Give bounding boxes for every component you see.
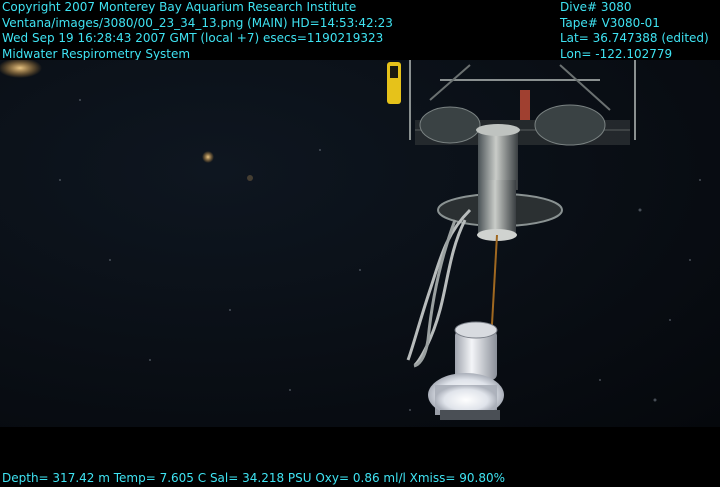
- floating-particle: [202, 151, 214, 163]
- dive-number-line: Dive# 3080: [560, 0, 632, 14]
- video-overlay-left: Copyright 2007 Monterey Bay Aquarium Res…: [2, 0, 393, 62]
- timestamp-line: Wed Sep 19 16:28:43 2007 GMT (local +7) …: [2, 31, 384, 45]
- light-flare: [0, 60, 42, 78]
- scene-illustration: [0, 60, 701, 420]
- tape-number-line: Tape# V3080-01: [560, 15, 660, 30]
- underwater-camera-view: [0, 60, 720, 427]
- marine-snow: [59, 99, 701, 411]
- floating-particle: [247, 175, 253, 181]
- video-overlay-right: Dive# 3080 Tape# V3080-01 Lat= 36.747388…: [560, 0, 709, 62]
- sensor-readout-line: Depth= 317.42 m Temp= 7.605 C Sal= 34.21…: [2, 471, 506, 485]
- valve-cylinder: [478, 180, 516, 235]
- copyright-line: Copyright 2007 Monterey Bay Aquarium Res…: [2, 0, 357, 14]
- latitude-line: Lat= 36.747388 (edited): [560, 31, 709, 45]
- image-path-line: Ventana/images/3080/00_23_34_13.png (MAI…: [2, 15, 393, 30]
